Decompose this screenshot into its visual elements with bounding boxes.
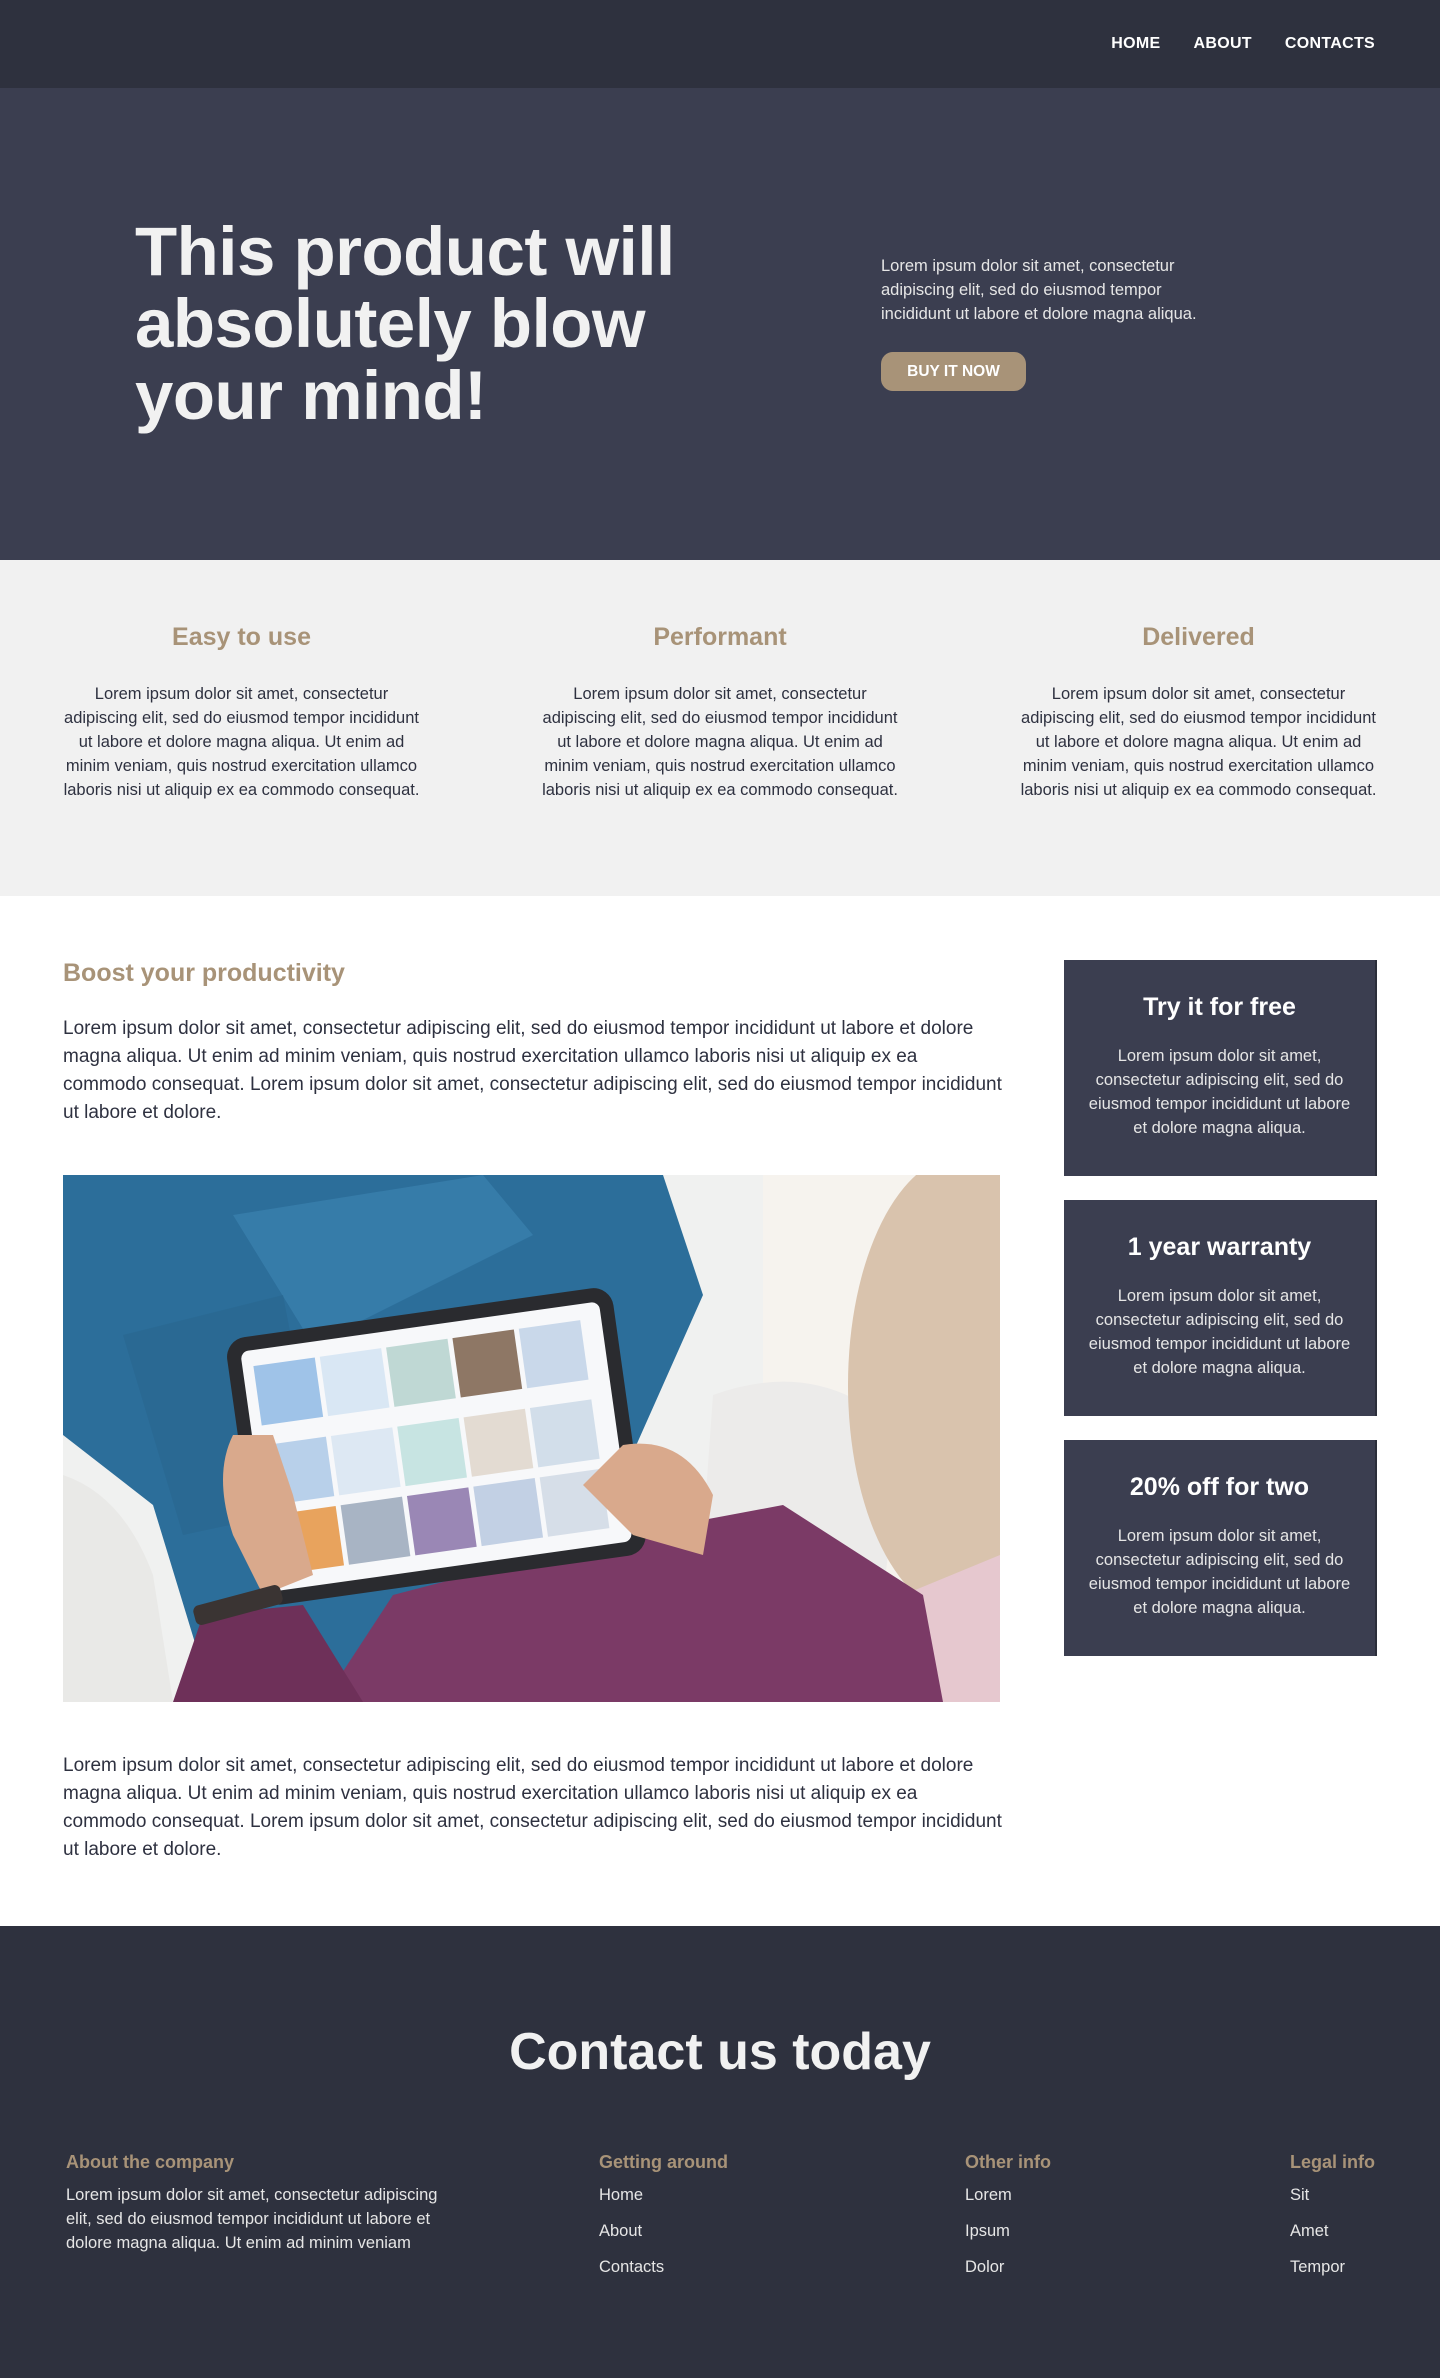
footer-legal-info-column: Legal info Sit Amet Tempor bbox=[1290, 2151, 1375, 2291]
footer-link-list: Lorem Ipsum Dolor bbox=[965, 2183, 1051, 2279]
footer-link-item: Home bbox=[599, 2183, 728, 2207]
benefit-card-free-trial: Try it for free Lorem ipsum dolor sit am… bbox=[1064, 960, 1377, 1176]
footer-link-sit[interactable]: Sit bbox=[1290, 2186, 1309, 2204]
footer-link-ipsum[interactable]: Ipsum bbox=[965, 2222, 1010, 2240]
feature-text: Lorem ipsum dolor sit amet, consectetur … bbox=[63, 685, 420, 799]
footer-column-title: Legal info bbox=[1290, 2152, 1375, 2172]
footer-column-title: Getting around bbox=[599, 2152, 728, 2172]
footer-link-item: Lorem bbox=[965, 2183, 1051, 2207]
footer-link-tempor[interactable]: Tempor bbox=[1290, 2258, 1345, 2276]
main-content: Boost your productivity Lorem ipsum dolo… bbox=[0, 896, 1440, 1926]
feature-text: Lorem ipsum dolor sit amet, consectetur … bbox=[542, 685, 898, 799]
footer-link-list: Home About Contacts bbox=[599, 2183, 728, 2279]
footer: Contact us today About the company Lorem… bbox=[0, 1926, 1440, 2378]
footer-link-list: Sit Amet Tempor bbox=[1290, 2183, 1375, 2279]
intro-paragraph: Lorem ipsum dolor sit amet, consectetur … bbox=[63, 1018, 1002, 1123]
top-navigation: HOME ABOUT CONTACTS bbox=[0, 0, 1440, 88]
footer-link-dolor[interactable]: Dolor bbox=[965, 2258, 1004, 2276]
footer-link-item: Ipsum bbox=[965, 2219, 1051, 2243]
feature-title: Easy to use bbox=[172, 623, 311, 651]
nav-link-contacts[interactable]: CONTACTS bbox=[1285, 35, 1375, 53]
buy-it-now-button[interactable]: BUY IT NOW bbox=[881, 352, 1026, 391]
card-title: 20% off for two bbox=[1129, 1473, 1310, 1501]
closing-paragraph: Lorem ipsum dolor sit amet, consectetur … bbox=[63, 1755, 1002, 1860]
footer-link-about[interactable]: About bbox=[599, 2222, 642, 2240]
card-text: Lorem ipsum dolor sit amet, consectetur … bbox=[1088, 1047, 1351, 1137]
feature-delivered: Delivered Lorem ipsum dolor sit amet, co… bbox=[1020, 560, 1377, 896]
footer-other-info-column: Other info Lorem Ipsum Dolor bbox=[965, 2151, 1051, 2291]
footer-link-home[interactable]: Home bbox=[599, 2186, 643, 2204]
footer-link-contacts[interactable]: Contacts bbox=[599, 2258, 664, 2276]
footer-link-item: Amet bbox=[1290, 2219, 1375, 2243]
product-photo bbox=[63, 1175, 1000, 1702]
card-title: 1 year warranty bbox=[1127, 1233, 1312, 1261]
card-text: Lorem ipsum dolor sit amet, consectetur … bbox=[1088, 1527, 1351, 1617]
footer-link-item: Tempor bbox=[1290, 2255, 1375, 2279]
features-section: Easy to use Lorem ipsum dolor sit amet, … bbox=[0, 560, 1440, 896]
footer-getting-around-column: Getting around Home About Contacts bbox=[599, 2151, 728, 2291]
footer-column-title: Other info bbox=[965, 2152, 1051, 2172]
benefit-card-discount: 20% off for two Lorem ipsum dolor sit am… bbox=[1064, 1440, 1377, 1656]
card-text: Lorem ipsum dolor sit amet, consectetur … bbox=[1088, 1287, 1351, 1377]
footer-link-lorem[interactable]: Lorem bbox=[965, 2186, 1012, 2204]
footer-link-item: About bbox=[599, 2219, 728, 2243]
footer-column-title: About the company bbox=[66, 2152, 235, 2172]
footer-about-text: Lorem ipsum dolor sit amet, consectetur … bbox=[66, 2186, 438, 2252]
feature-text: Lorem ipsum dolor sit amet, consectetur … bbox=[1020, 685, 1377, 799]
tablet-in-hands-image bbox=[63, 1175, 1000, 1702]
footer-link-item: Contacts bbox=[599, 2255, 728, 2279]
benefits-sidebar: Try it for free Lorem ipsum dolor sit am… bbox=[1064, 960, 1377, 1680]
footer-link-item: Sit bbox=[1290, 2183, 1375, 2207]
footer-about-column: About the company Lorem ipsum dolor sit … bbox=[66, 2151, 446, 2255]
nav-link-about[interactable]: ABOUT bbox=[1194, 35, 1252, 53]
hero-title: This product will absolutely blow your m… bbox=[135, 213, 675, 434]
feature-performant: Performant Lorem ipsum dolor sit amet, c… bbox=[542, 560, 899, 896]
footer-link-amet[interactable]: Amet bbox=[1290, 2222, 1329, 2240]
card-title: Try it for free bbox=[1143, 993, 1296, 1021]
hero-description: Lorem ipsum dolor sit amet, consectetur … bbox=[881, 257, 1197, 323]
section-heading: Boost your productivity bbox=[63, 959, 345, 987]
feature-title: Performant bbox=[653, 623, 787, 651]
footer-title: Contact us today bbox=[509, 2023, 931, 2081]
benefit-card-warranty: 1 year warranty Lorem ipsum dolor sit am… bbox=[1064, 1200, 1377, 1416]
feature-title: Delivered bbox=[1142, 623, 1255, 651]
footer-link-item: Dolor bbox=[965, 2255, 1051, 2279]
feature-easy-to-use: Easy to use Lorem ipsum dolor sit amet, … bbox=[63, 560, 420, 896]
nav-link-home[interactable]: HOME bbox=[1111, 35, 1160, 53]
hero-section: This product will absolutely blow your m… bbox=[0, 88, 1440, 560]
